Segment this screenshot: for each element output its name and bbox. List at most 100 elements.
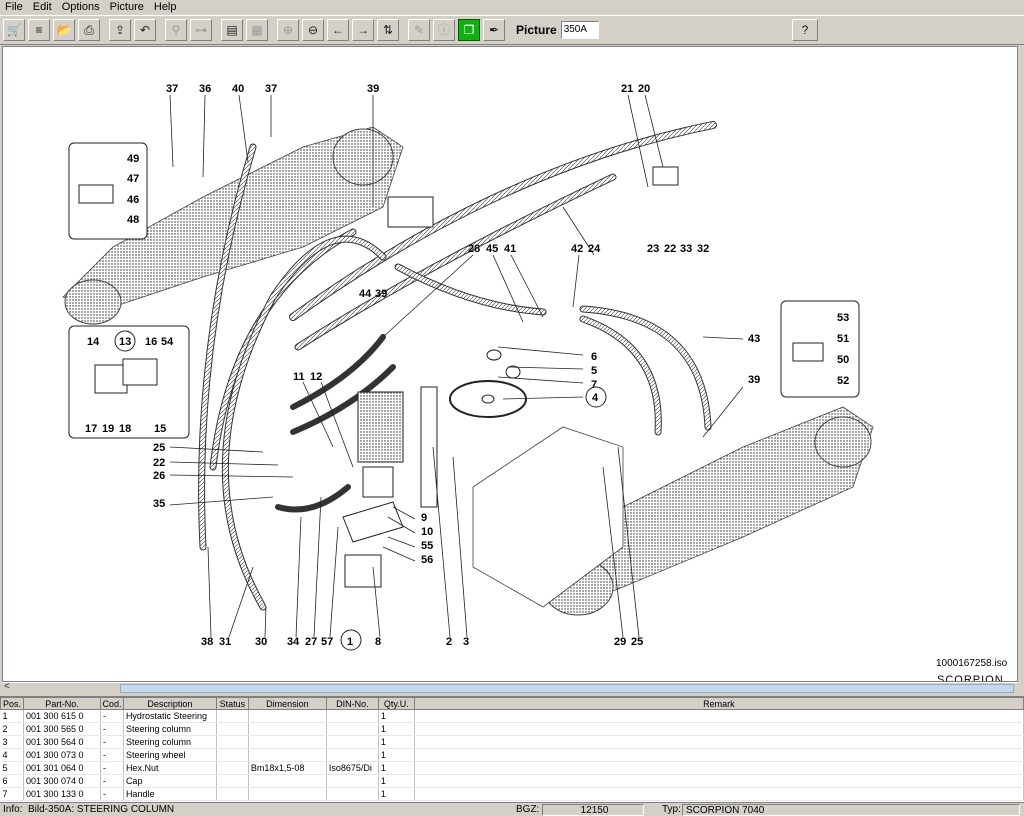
col-qty[interactable]: Qty.U. xyxy=(377,697,415,710)
grid-icon[interactable]: ▦ xyxy=(246,19,268,41)
status-bar: Info: Bild-350A: STEERING COLUMN BGZ: 12… xyxy=(0,802,1024,816)
callout: 6 xyxy=(591,351,597,363)
arrow-left-icon[interactable]: ← xyxy=(327,19,349,41)
callout: 44 xyxy=(359,288,372,300)
export-icon[interactable]: ⇪ xyxy=(109,19,131,41)
cell: Cap xyxy=(123,774,217,788)
col-status[interactable]: Status xyxy=(215,697,249,710)
cart-icon[interactable]: 🛒 xyxy=(3,19,25,41)
callout: 46 xyxy=(127,194,139,206)
menu-help[interactable]: Help xyxy=(149,0,182,14)
zoom-out-icon[interactable]: ⊖ xyxy=(302,19,324,41)
menu-picture[interactable]: Picture xyxy=(105,0,149,14)
cell xyxy=(414,787,1024,801)
cell: - xyxy=(100,735,124,749)
cell: 001 300 073 0 xyxy=(23,748,101,762)
scrollbar-thumb[interactable] xyxy=(120,684,1014,693)
col-din-no[interactable]: DIN-No. xyxy=(325,697,379,710)
typ-value: SCORPION 7040 xyxy=(682,804,1020,816)
callout: 31 xyxy=(219,636,231,648)
cell xyxy=(248,787,327,801)
horizontal-scrollbar[interactable]: < xyxy=(2,681,1018,694)
cell: 1 xyxy=(378,787,415,801)
callout: 10 xyxy=(421,526,433,538)
cell: 1 xyxy=(378,735,415,749)
cell: Bm18x1,5-08 xyxy=(248,761,327,775)
callout: 28 xyxy=(468,243,480,255)
table-header: Pos. Part-No. Cod. Description Status Di… xyxy=(0,697,1024,710)
col-pos[interactable]: Pos. xyxy=(0,697,24,710)
cell: 2 xyxy=(0,722,24,736)
cell: 001 300 133 0 xyxy=(23,787,101,801)
binoculars-icon[interactable]: ⚲ xyxy=(165,19,187,41)
wrench-icon[interactable]: ✎ xyxy=(408,19,430,41)
cell: 3 xyxy=(0,735,24,749)
pen-icon[interactable]: ✒ xyxy=(483,19,505,41)
callout: 37 xyxy=(166,83,178,95)
callout: 24 xyxy=(588,243,601,255)
open-icon[interactable]: 📂 xyxy=(53,19,75,41)
table-row[interactable]: 2 001 300 565 0- Steering column 1 xyxy=(0,722,1024,736)
arrow-right-icon[interactable]: → xyxy=(352,19,374,41)
callout: 39 xyxy=(748,374,760,386)
inset-boxes xyxy=(68,142,860,439)
list-icon[interactable]: ≡ xyxy=(28,19,50,41)
help-icon[interactable]: ? xyxy=(792,19,818,41)
cell xyxy=(326,787,379,801)
table-row[interactable]: 4 001 300 073 0- Steering wheel 1 xyxy=(0,748,1024,762)
picture-input[interactable]: 350A xyxy=(560,21,599,39)
callout: 41 xyxy=(504,243,516,255)
cell xyxy=(414,735,1024,749)
vertical-scrollbar[interactable] xyxy=(1018,46,1024,682)
sort-icon[interactable]: ⇅ xyxy=(377,19,399,41)
cell xyxy=(248,774,327,788)
zoom-in-icon[interactable]: ⊕ xyxy=(277,19,299,41)
cell: Steering wheel xyxy=(123,748,217,762)
table-row[interactable]: 7 001 300 133 0- Handle 1 xyxy=(0,787,1024,801)
parts-drawing: 37 36 40 37 39 21 20 49 47 46 48 28 45 4… xyxy=(2,46,1018,682)
cell: 1 xyxy=(378,709,415,723)
tree-icon[interactable]: ⊶ xyxy=(190,19,212,41)
cell xyxy=(248,735,327,749)
table-row[interactable]: 6 001 300 074 0- Cap 1 xyxy=(0,774,1024,788)
callout: 47 xyxy=(127,173,139,185)
drawing-model-label: SCORPION xyxy=(937,674,1004,682)
cell: 001 301 064 0 xyxy=(23,761,101,775)
callout: 17 xyxy=(85,423,97,435)
undo-icon[interactable]: ↶ xyxy=(134,19,156,41)
cell: - xyxy=(100,774,124,788)
callout: 37 xyxy=(265,83,277,95)
callout: 20 xyxy=(638,83,650,95)
col-remark[interactable]: Remark xyxy=(413,697,1024,710)
col-cod[interactable]: Cod. xyxy=(99,697,124,710)
callout: 40 xyxy=(232,83,244,95)
copy-pages-icon[interactable]: ❐ xyxy=(458,19,480,41)
callout: 8 xyxy=(375,636,381,648)
col-description[interactable]: Description xyxy=(122,697,217,710)
info-icon[interactable]: ⓘ xyxy=(433,19,455,41)
menu-options[interactable]: Options xyxy=(57,0,105,14)
document-icon[interactable]: ▤ xyxy=(221,19,243,41)
cell: - xyxy=(100,722,124,736)
col-dimension[interactable]: Dimension xyxy=(247,697,327,710)
table-row[interactable]: 1 001 300 615 0- Hydrostatic Steering 1 xyxy=(0,709,1024,723)
menu-edit[interactable]: Edit xyxy=(28,0,57,14)
menu-file[interactable]: File xyxy=(0,0,28,14)
col-part-no[interactable]: Part-No. xyxy=(22,697,101,710)
cell: 4 xyxy=(0,748,24,762)
cell xyxy=(216,774,249,788)
t-fitting xyxy=(652,166,679,186)
scroll-left-icon[interactable]: < xyxy=(4,681,10,692)
callout: 56 xyxy=(421,554,433,566)
cell xyxy=(216,748,249,762)
callout: 15 xyxy=(154,423,166,435)
table-row[interactable]: 3 001 300 564 0- Steering column 1 xyxy=(0,735,1024,749)
cell xyxy=(414,774,1024,788)
info-value: Bild-350A: STEERING COLUMN xyxy=(28,804,175,815)
callout: 45 xyxy=(486,243,498,255)
table-row[interactable]: 5 001 301 064 0- Hex.Nut Bm18x1,5-08 Iso8675… xyxy=(0,761,1024,775)
cell xyxy=(414,761,1024,775)
print-icon[interactable]: ⎙ xyxy=(78,19,100,41)
callout: 22 xyxy=(153,457,165,469)
bgz-label: BGZ: xyxy=(516,804,540,815)
